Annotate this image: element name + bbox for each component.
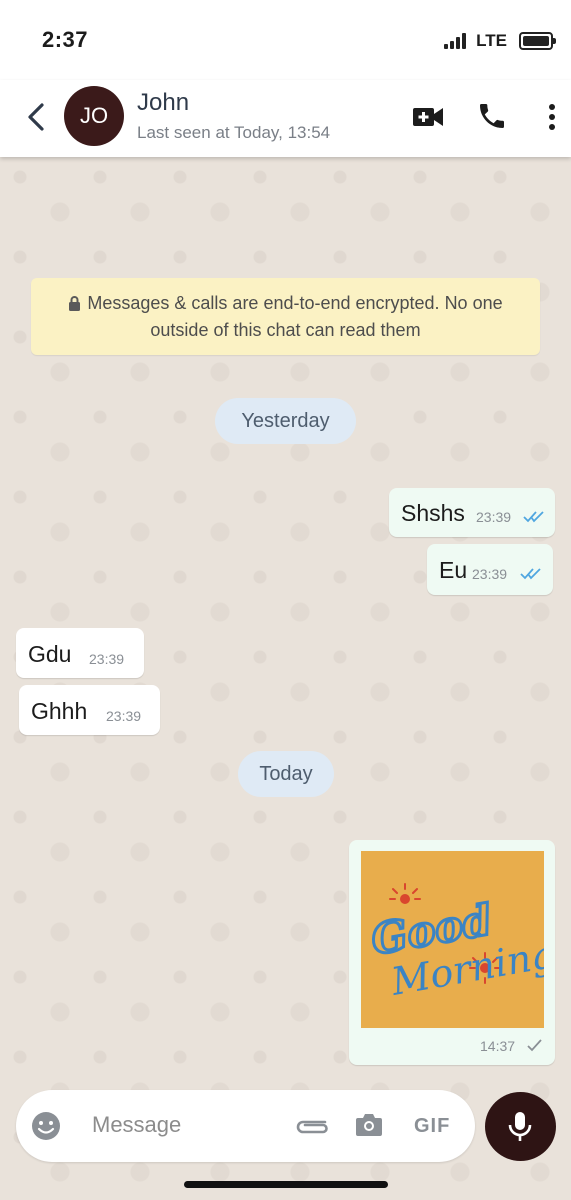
message-input[interactable]: Message [92, 1112, 181, 1138]
more-vert-icon[interactable] [546, 102, 558, 137]
emoji-icon[interactable] [30, 1110, 62, 1147]
network-label: LTE [476, 31, 507, 50]
sent-check-icon [527, 1038, 543, 1057]
avatar-initials: JO [79, 103, 109, 128]
read-receipt-icon [523, 509, 545, 528]
lock-icon [68, 293, 81, 318]
message-time: 23:39 [472, 566, 508, 582]
encryption-notice[interactable]: Messages & calls are end-to-end encrypte… [31, 278, 540, 355]
avatar[interactable]: JO [64, 86, 124, 146]
message-bubble-incoming[interactable]: Ghhh 23:39 [19, 685, 160, 735]
last-seen-status: Last seen at Today, 13:54 [137, 123, 331, 142]
home-indicator [184, 1181, 388, 1188]
status-time: 2:37 [42, 27, 89, 52]
date-label: Today [259, 762, 313, 785]
message-bubble-outgoing[interactable]: Shshs 23:39 [389, 488, 555, 537]
message-time: 14:37 [480, 1038, 516, 1054]
back-arrow-icon[interactable] [22, 100, 52, 134]
message-time: 23:39 [476, 509, 512, 525]
good-morning-image[interactable]: Good Morning [361, 851, 544, 1028]
date-label: Yesterday [241, 409, 330, 432]
image-message-outgoing[interactable]: Good Morning 14:37 [349, 840, 555, 1065]
video-call-icon[interactable] [412, 106, 444, 133]
status-indicators: LTE [444, 31, 556, 51]
gif-icon[interactable]: GIF [414, 1115, 450, 1138]
date-separator-today: Today [238, 751, 334, 797]
phone-icon[interactable] [476, 100, 508, 137]
signal-icon [444, 33, 467, 49]
message-bubble-incoming[interactable]: Gdu 23:39 [16, 628, 144, 678]
encryption-text: Messages & calls are end-to-end encrypte… [87, 293, 503, 340]
message-bubble-outgoing[interactable]: Eu 23:39 [427, 544, 553, 595]
message-text: Ghhh [31, 698, 88, 724]
message-text: Gdu [28, 641, 72, 667]
camera-icon[interactable] [355, 1112, 383, 1143]
message-composer: Message GIF [16, 1090, 475, 1162]
read-receipt-icon [520, 566, 542, 585]
status-bar: 2:37 LTE [0, 0, 571, 80]
contact-name[interactable]: John [137, 89, 189, 117]
chat-header: JO John Last seen at Today, 13:54 [0, 80, 571, 157]
date-separator-yesterday: Yesterday [215, 398, 356, 444]
message-time: 23:39 [106, 708, 142, 724]
message-time: 23:39 [89, 651, 125, 667]
message-text: Eu [439, 557, 468, 583]
battery-icon [519, 32, 556, 50]
mic-button[interactable] [485, 1092, 556, 1161]
message-text: Shshs [401, 500, 465, 526]
mic-icon [507, 1110, 533, 1149]
attach-icon[interactable] [295, 1116, 331, 1141]
